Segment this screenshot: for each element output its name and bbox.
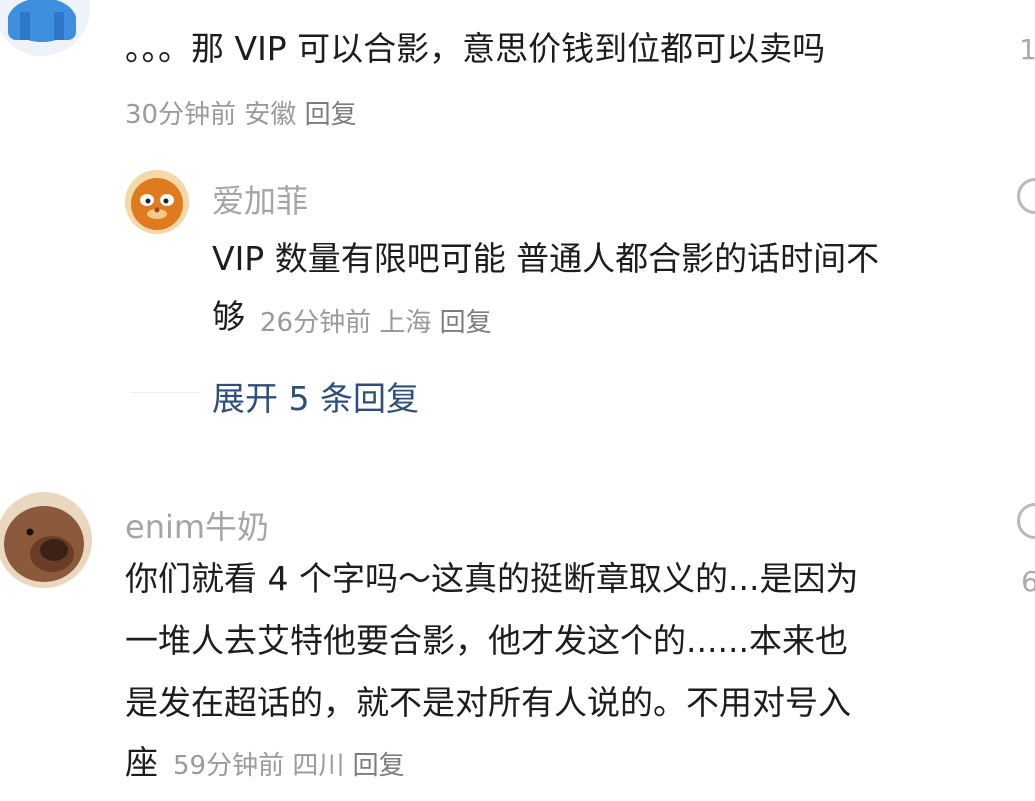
- avatar[interactable]: [0, 492, 92, 588]
- like-count: 1: [1019, 33, 1035, 66]
- comment-bubble-icon[interactable]: [1017, 178, 1035, 214]
- reply-meta: 26分钟前 上海 回复: [260, 302, 492, 339]
- divider: [130, 392, 200, 393]
- otter-avatar: [4, 506, 84, 582]
- comment-text-line-2: 一堆人去艾特他要合影，他才发这个的......本来也: [125, 621, 848, 660]
- like-count: 6: [1021, 565, 1035, 598]
- expand-replies-link[interactable]: 展开 5 条回复: [212, 372, 419, 420]
- reply-text-line-2: 够: [212, 297, 245, 336]
- comment-text-line-1: 你们就看 4 个字吗～这真的挺断章取义的...是因为: [125, 559, 859, 598]
- reply-time: 26分钟前: [260, 308, 372, 338]
- comment-meta: 30分钟前 安徽 回复: [125, 94, 357, 131]
- comment-location: 安徽: [244, 100, 297, 130]
- comment-username[interactable]: enim牛奶: [125, 502, 269, 548]
- comment-time: 30分钟前: [125, 100, 237, 130]
- user-avatar-icon: [8, 0, 76, 42]
- reply-location: 上海: [379, 308, 432, 338]
- comment-bubble-icon[interactable]: [1017, 503, 1035, 539]
- avatar[interactable]: [125, 170, 189, 234]
- comment-text: 。。。那 VIP 可以合影，意思价钱到位都可以卖吗: [125, 29, 826, 68]
- comment-location: 四川: [292, 751, 345, 781]
- reply-button[interactable]: 回复: [305, 100, 357, 130]
- reply-button[interactable]: 回复: [353, 751, 405, 781]
- reply-text-line-1: VIP 数量有限吧可能 普通人都合影的话时间不: [212, 239, 880, 278]
- comment-meta: 59分钟前 四川 回复: [173, 745, 405, 782]
- garfield-avatar: [131, 178, 183, 230]
- avatar[interactable]: [0, 0, 90, 56]
- reply-username[interactable]: 爱加菲: [212, 176, 308, 222]
- comment-text-line-3: 是发在超话的，就不是对所有人说的。不用对号入: [125, 683, 851, 722]
- comment-time: 59分钟前: [173, 751, 285, 781]
- reply-button[interactable]: 回复: [440, 308, 492, 338]
- comment-text-line-4: 座: [125, 743, 158, 782]
